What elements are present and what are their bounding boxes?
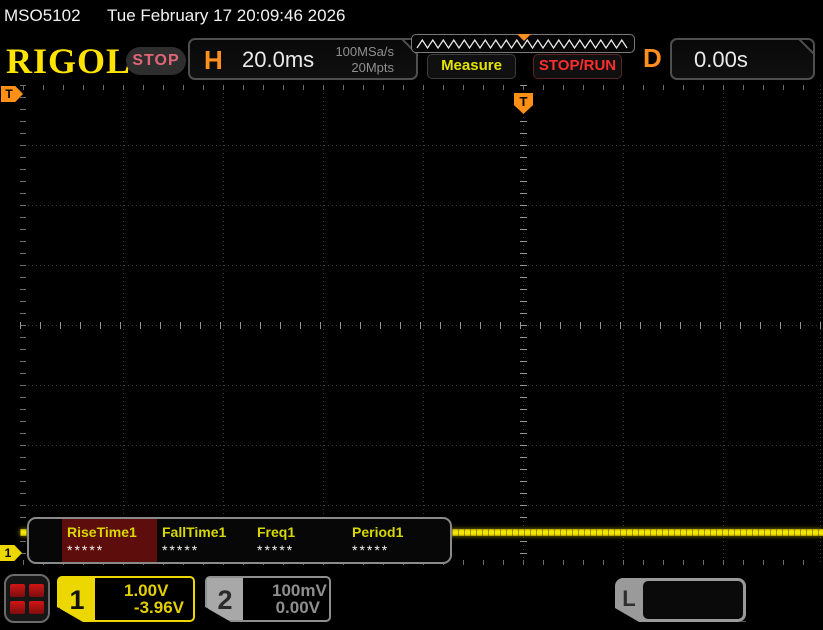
logic-channel-list: 0 1 2 3 4 5 6 7 8 9 10 11 12 13 14 15: [643, 581, 743, 619]
measurement-value: *****: [257, 542, 347, 558]
measurement-falltime[interactable]: FallTime1 *****: [157, 519, 252, 562]
channel1-offset: -3.96V: [134, 598, 184, 618]
measurement-overlay[interactable]: RiseTime1 ***** FallTime1 ***** Freq1 **…: [27, 517, 452, 564]
measurement-value: *****: [162, 542, 252, 558]
measurement-freq[interactable]: Freq1 *****: [252, 519, 347, 562]
logic-analyzer-box[interactable]: L 0 1 2 3 4 5 6 7 8 9 10 11 12 13 14 15: [615, 578, 746, 622]
measurement-value: *****: [67, 542, 157, 558]
measurement-risetime[interactable]: RiseTime1 *****: [62, 519, 157, 562]
channel1-box[interactable]: 1 1.00V -3.96V: [57, 576, 195, 622]
preview-trigger-caret-icon[interactable]: [517, 34, 531, 41]
channel2-offset: 0.00V: [276, 598, 320, 618]
measurement-label: FallTime1: [162, 524, 252, 540]
oscilloscope-screen: MSO5102 Tue February 17 20:09:46 2026 RI…: [0, 0, 823, 630]
measurement-label: Freq1: [257, 524, 347, 540]
menu-grid-icon[interactable]: [4, 574, 50, 623]
measurement-period[interactable]: Period1 *****: [347, 519, 447, 562]
measurement-label: RiseTime1: [67, 524, 157, 540]
preview-waveform: [417, 40, 627, 48]
channel2-box[interactable]: 2 100mV 0.00V: [205, 576, 331, 622]
measurement-label: Period1: [352, 524, 447, 540]
measurement-value: *****: [352, 542, 447, 558]
